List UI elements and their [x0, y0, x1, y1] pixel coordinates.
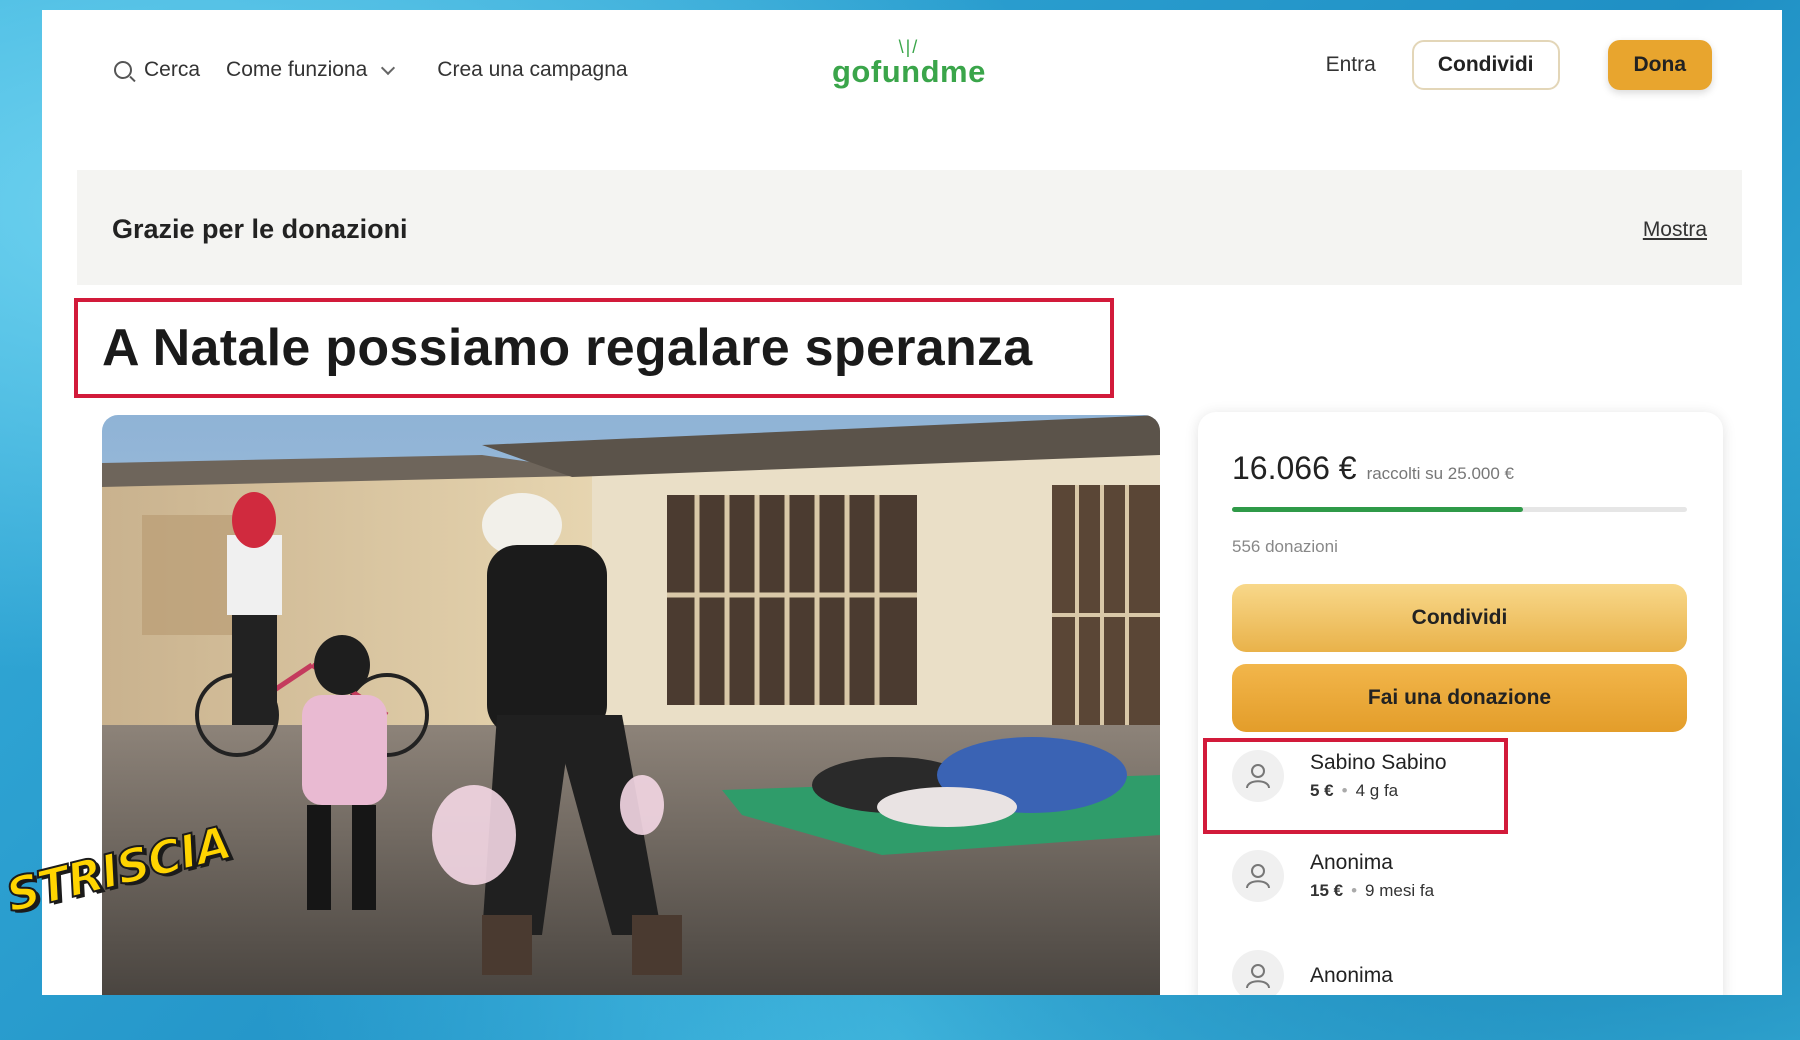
how-it-works-label: Come funziona: [226, 58, 368, 81]
logo-text: gofundme: [832, 54, 986, 89]
create-campaign-link[interactable]: Crea una campagna: [437, 58, 627, 82]
campaign-photo[interactable]: [102, 415, 1160, 995]
site-header: Cerca Come funziona Crea una campagna \|…: [42, 10, 1782, 140]
search-label: Cerca: [144, 58, 201, 81]
title-highlight-box: A Natale possiamo regalare speranza: [74, 298, 1114, 398]
progress-fill: [1232, 507, 1524, 512]
donation-card: 16.066 € raccolti su 25.000 € 556 donazi…: [1198, 412, 1723, 995]
donor-avatar-icon: [1232, 950, 1284, 995]
show-link[interactable]: Mostra: [1643, 218, 1707, 242]
header-share-button[interactable]: Condividi: [1411, 40, 1560, 90]
campaign-photo-illustration: [102, 415, 1160, 995]
header-donate-button[interactable]: Dona: [1607, 40, 1712, 90]
donor-time: 9 mesi fa: [1365, 881, 1435, 900]
donor-avatar-icon: [1232, 850, 1284, 902]
browser-screen: Cerca Come funziona Crea una campagna \|…: [42, 10, 1782, 995]
raised-info: 16.066 € raccolti su 25.000 €: [1232, 450, 1514, 487]
thanks-text: Grazie per le donazioni: [112, 214, 408, 244]
progress-bar: [1232, 507, 1687, 512]
raised-amount: 16.066 €: [1232, 450, 1357, 486]
donor-item: Anonima: [1232, 950, 1393, 995]
striscia-logo: STRISCIA: [0, 814, 237, 962]
chevron-down-icon: [381, 60, 396, 75]
donation-count: 556 donazioni: [1232, 537, 1338, 556]
card-share-button[interactable]: Condividi: [1232, 584, 1687, 652]
logo-sun-icon: \|/: [898, 37, 920, 57]
goal-text: raccolti su 25.000 €: [1366, 464, 1514, 483]
donor-item: Anonima 15 € • 9 mesi fa: [1232, 850, 1434, 902]
thanks-banner: Grazie per le donazioni Mostra: [77, 170, 1742, 285]
donor-name: Anonima: [1310, 851, 1393, 874]
search-button[interactable]: Cerca: [114, 58, 200, 82]
card-donate-button[interactable]: Fai una donazione: [1232, 664, 1687, 732]
donor-name: Anonima: [1310, 964, 1393, 987]
create-campaign-label: Crea una campagna: [437, 58, 628, 81]
login-link[interactable]: Entra: [1326, 53, 1376, 77]
nav-right: Entra Condividi Dona: [1326, 40, 1712, 90]
donor-highlight-box: [1203, 738, 1508, 834]
donor-amount: 15 €: [1310, 881, 1344, 900]
gofundme-logo[interactable]: \|/ gofundme: [832, 37, 986, 90]
search-icon: [114, 61, 132, 79]
campaign-title: A Natale possiamo regalare speranza: [102, 319, 1033, 377]
nav-left: Cerca Come funziona Crea una campagna: [114, 58, 628, 82]
how-it-works-menu[interactable]: Come funziona: [226, 58, 396, 82]
